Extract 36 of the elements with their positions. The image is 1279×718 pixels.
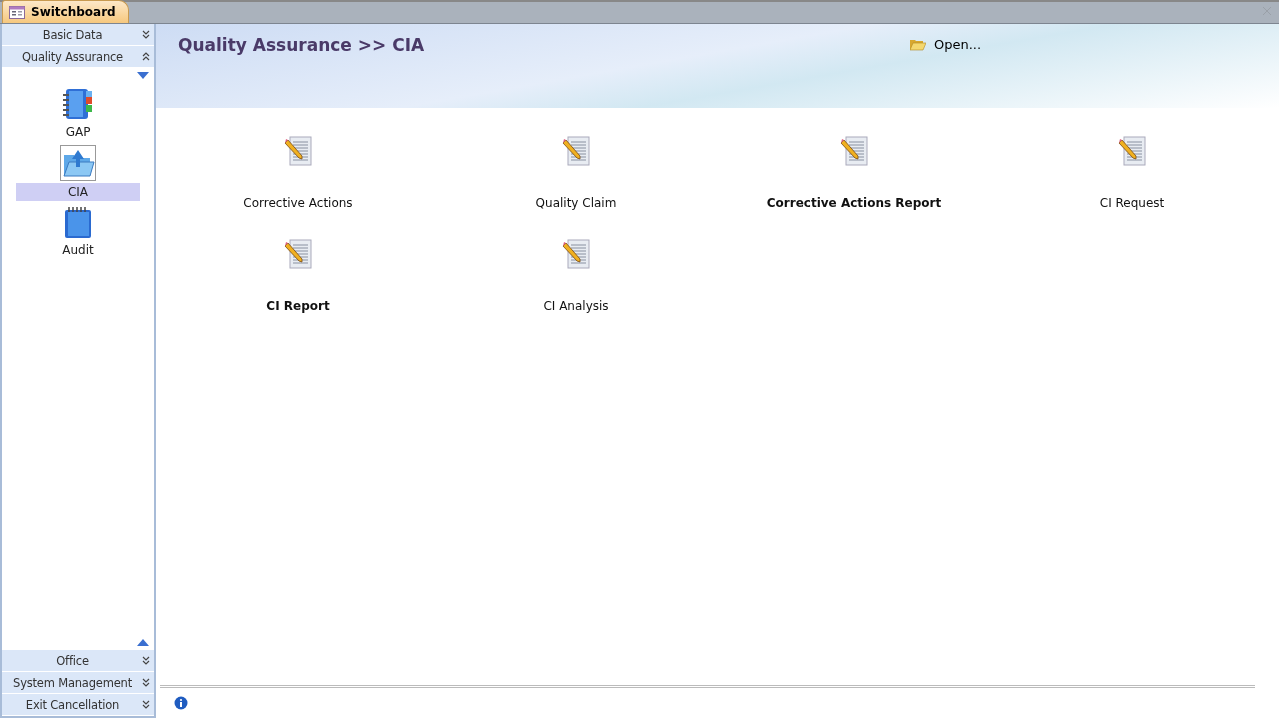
group-header[interactable]: Exit Cancellation [2, 694, 154, 716]
group-header[interactable]: Office [2, 650, 154, 672]
command-button[interactable]: Quality Claim [437, 108, 715, 211]
folder-icon [910, 38, 926, 51]
form-icon [9, 5, 25, 19]
scroll-down-icon[interactable] [137, 72, 149, 79]
command-button[interactable]: CI Request [993, 108, 1271, 211]
switchboard-tab[interactable]: Switchboard [2, 0, 129, 23]
chevron-icon [142, 30, 150, 39]
command-button[interactable]: CI Analysis [437, 211, 715, 314]
chevron-icon [142, 678, 150, 687]
folder-icon[interactable] [60, 145, 96, 181]
item-label[interactable]: Audit [16, 241, 140, 259]
notebook-icon[interactable] [62, 205, 94, 239]
document-pencil-icon [284, 136, 312, 166]
binder-icon[interactable] [61, 87, 95, 121]
chevron-icon [142, 656, 150, 665]
document-pencil-icon [840, 136, 868, 166]
item-label[interactable]: CIA [16, 183, 140, 201]
open-button[interactable]: Open... [906, 35, 986, 54]
document-pencil-icon [562, 136, 590, 166]
group-header[interactable]: System Management [2, 672, 154, 694]
document-pencil-icon [284, 239, 312, 269]
group-header[interactable]: Basic Data [2, 24, 154, 46]
command-button[interactable]: Corrective Actions [159, 108, 437, 211]
command-button[interactable]: Corrective Actions Report [715, 108, 993, 211]
page-title: Quality Assurance >> CIA [178, 35, 426, 55]
item-label[interactable]: GAP [16, 123, 140, 141]
command-button[interactable]: CI Report [159, 211, 437, 314]
scroll-up-icon[interactable] [137, 639, 149, 646]
chevron-icon [142, 52, 150, 61]
group-header[interactable]: Quality Assurance [2, 46, 154, 68]
document-pencil-icon [1118, 136, 1146, 166]
document-pencil-icon [562, 239, 590, 269]
chevron-icon [142, 700, 150, 709]
info-icon[interactable] [174, 696, 188, 710]
